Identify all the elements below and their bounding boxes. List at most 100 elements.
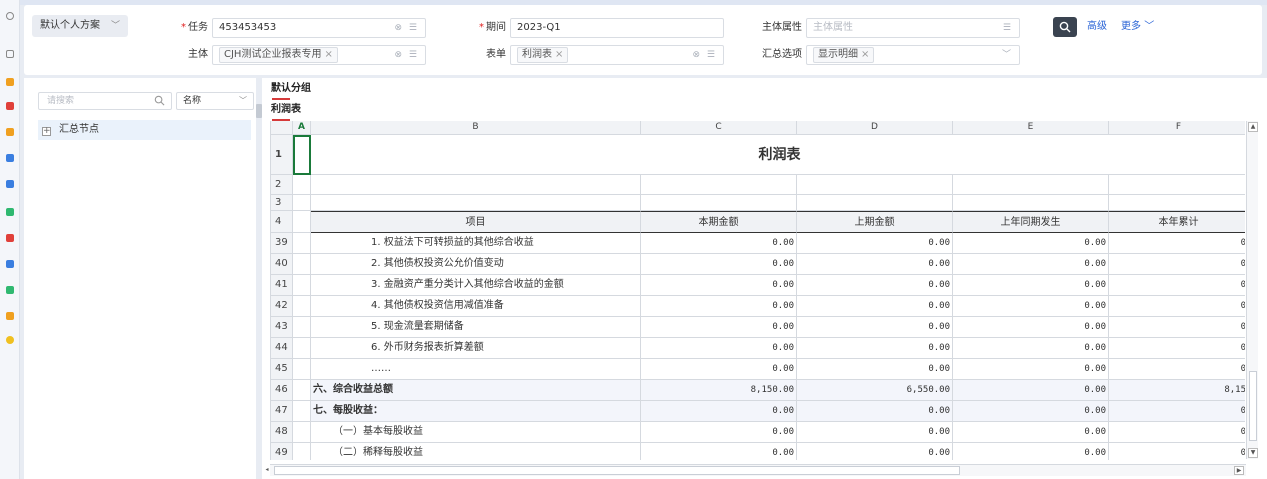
form-field[interactable]: 利润表 × ⊗ ☰ <box>510 45 724 65</box>
row-header[interactable]: 44 <box>271 338 293 359</box>
grid-cell[interactable] <box>293 338 311 359</box>
scroll-left-icon[interactable]: ◂ <box>264 466 270 475</box>
close-icon[interactable]: × <box>555 49 563 60</box>
amount-cell[interactable]: 0.00 <box>953 317 1109 338</box>
amount-cell[interactable]: 0.00 <box>641 296 797 317</box>
grid-cell[interactable] <box>293 211 311 233</box>
grid-cell[interactable] <box>293 443 311 460</box>
task-field[interactable]: 453453453 ⊗ ☰ <box>212 18 426 38</box>
amount-cell[interactable]: 0 <box>1109 338 1245 359</box>
row-header[interactable]: 39 <box>271 233 293 254</box>
chevron-down-icon[interactable]: ﹀ <box>1002 46 1013 64</box>
column-header[interactable]: C <box>641 121 797 135</box>
amount-cell[interactable]: 0.00 <box>797 359 953 380</box>
amount-cell[interactable]: 8,15 <box>1109 380 1245 401</box>
clear-list-icon[interactable]: ⊗ ☰ <box>395 46 419 64</box>
grid-cell[interactable] <box>293 380 311 401</box>
grid-corner[interactable] <box>271 121 293 135</box>
scroll-thumb[interactable] <box>1249 371 1257 441</box>
menu-icon[interactable] <box>6 312 14 320</box>
scroll-up-icon[interactable]: ▲ <box>1248 122 1258 132</box>
spreadsheet-grid[interactable]: A B C D E F 1 2 3 4 利润表 项目 本期金额 上期金额 上年同期发生 本年累计 39 1. 权益… <box>270 121 1245 460</box>
grid-cell[interactable] <box>797 195 953 211</box>
vertical-scrollbar[interactable]: ▲ ▼ <box>1246 121 1258 459</box>
amount-cell[interactable]: 0.00 <box>953 338 1109 359</box>
amount-cell[interactable]: 6,550.00 <box>797 380 953 401</box>
amount-cell[interactable]: 0.00 <box>953 275 1109 296</box>
selected-cell-a1[interactable] <box>293 135 311 175</box>
close-icon[interactable]: × <box>324 49 332 60</box>
amount-cell[interactable]: 0.00 <box>797 338 953 359</box>
amount-cell[interactable]: 0.00 <box>953 380 1109 401</box>
menu-icon[interactable] <box>6 234 14 242</box>
menu-icon[interactable] <box>6 208 14 216</box>
row-header[interactable]: 45 <box>271 359 293 380</box>
grid-cell[interactable] <box>293 401 311 422</box>
grid-cell[interactable] <box>293 317 311 338</box>
advanced-link[interactable]: 高级 <box>1087 17 1107 37</box>
amount-cell[interactable]: 0.00 <box>641 254 797 275</box>
grid-cell[interactable] <box>293 254 311 275</box>
amount-cell[interactable]: 0 <box>1109 233 1245 254</box>
amount-cell[interactable]: 0.00 <box>953 443 1109 460</box>
clear-list-icon[interactable]: ⊗ ☰ <box>395 19 419 37</box>
amount-cell[interactable]: 0.00 <box>641 401 797 422</box>
amount-cell[interactable]: 0.00 <box>797 275 953 296</box>
column-header[interactable]: F <box>1109 121 1245 135</box>
row-header[interactable]: 42 <box>271 296 293 317</box>
horizontal-scrollbar[interactable]: ◂ ▶ <box>265 464 1246 476</box>
scheme-select[interactable]: 默认个人方案 ﹀ <box>32 15 128 37</box>
column-header[interactable]: A <box>293 121 311 135</box>
menu-icon[interactable] <box>6 154 14 162</box>
search-button[interactable] <box>1053 17 1077 37</box>
row-header[interactable]: 49 <box>271 443 293 460</box>
tree-field-select[interactable]: 名称 ﹀ <box>176 92 254 110</box>
grid-cell[interactable] <box>797 175 953 195</box>
tab-income-statement[interactable]: 利润表 <box>271 103 301 121</box>
amount-cell[interactable]: 0.00 <box>797 401 953 422</box>
amount-cell[interactable]: 0.00 <box>797 233 953 254</box>
row-header[interactable]: 40 <box>271 254 293 275</box>
menu-icon[interactable] <box>6 286 14 294</box>
grid-cell[interactable] <box>293 233 311 254</box>
grid-cell[interactable] <box>953 195 1109 211</box>
entity-attr-field[interactable]: 主体属性 ☰ <box>806 18 1020 38</box>
amount-cell[interactable]: 0 <box>1109 422 1245 443</box>
amount-cell[interactable]: 0.00 <box>797 254 953 275</box>
amount-cell[interactable]: 0.00 <box>641 443 797 460</box>
scroll-right-icon[interactable]: ▶ <box>1234 466 1244 475</box>
column-header[interactable]: B <box>311 121 641 135</box>
clear-list-icon[interactable]: ⊗ ☰ <box>693 46 717 64</box>
amount-cell[interactable]: 0 <box>1109 317 1245 338</box>
row-header[interactable]: 3 <box>271 195 293 211</box>
grid-cell[interactable] <box>293 275 311 296</box>
grid-cell[interactable] <box>293 422 311 443</box>
grid-cell[interactable] <box>293 359 311 380</box>
summary-field[interactable]: 显示明细 × ﹀ <box>806 45 1020 65</box>
amount-cell[interactable]: 0.00 <box>953 422 1109 443</box>
amount-cell[interactable]: 0.00 <box>797 422 953 443</box>
grid-cell[interactable] <box>641 195 797 211</box>
tree-search-input[interactable]: 请搜索 <box>38 92 172 110</box>
amount-cell[interactable]: 0 <box>1109 296 1245 317</box>
grid-cell[interactable] <box>1109 195 1245 211</box>
close-icon[interactable]: × <box>861 49 869 60</box>
amount-cell[interactable]: 0.00 <box>641 359 797 380</box>
grid-cell[interactable] <box>293 195 311 211</box>
amount-cell[interactable]: 0.00 <box>797 317 953 338</box>
amount-cell[interactable]: 0.00 <box>797 296 953 317</box>
amount-cell[interactable]: 0.00 <box>641 275 797 296</box>
window-icon[interactable] <box>6 50 14 58</box>
amount-cell[interactable]: 0 <box>1109 254 1245 275</box>
amount-cell[interactable]: 0.00 <box>641 233 797 254</box>
grid-cell[interactable] <box>293 296 311 317</box>
amount-cell[interactable]: 0.00 <box>953 359 1109 380</box>
column-header[interactable]: E <box>953 121 1109 135</box>
list-icon[interactable]: ☰ <box>1003 19 1013 37</box>
grid-cell[interactable] <box>953 175 1109 195</box>
amount-cell[interactable]: 0.00 <box>641 422 797 443</box>
row-header[interactable]: 4 <box>271 211 293 233</box>
amount-cell[interactable]: 0.00 <box>953 233 1109 254</box>
scroll-down-icon[interactable]: ▼ <box>1248 448 1258 458</box>
row-header[interactable]: 46 <box>271 380 293 401</box>
